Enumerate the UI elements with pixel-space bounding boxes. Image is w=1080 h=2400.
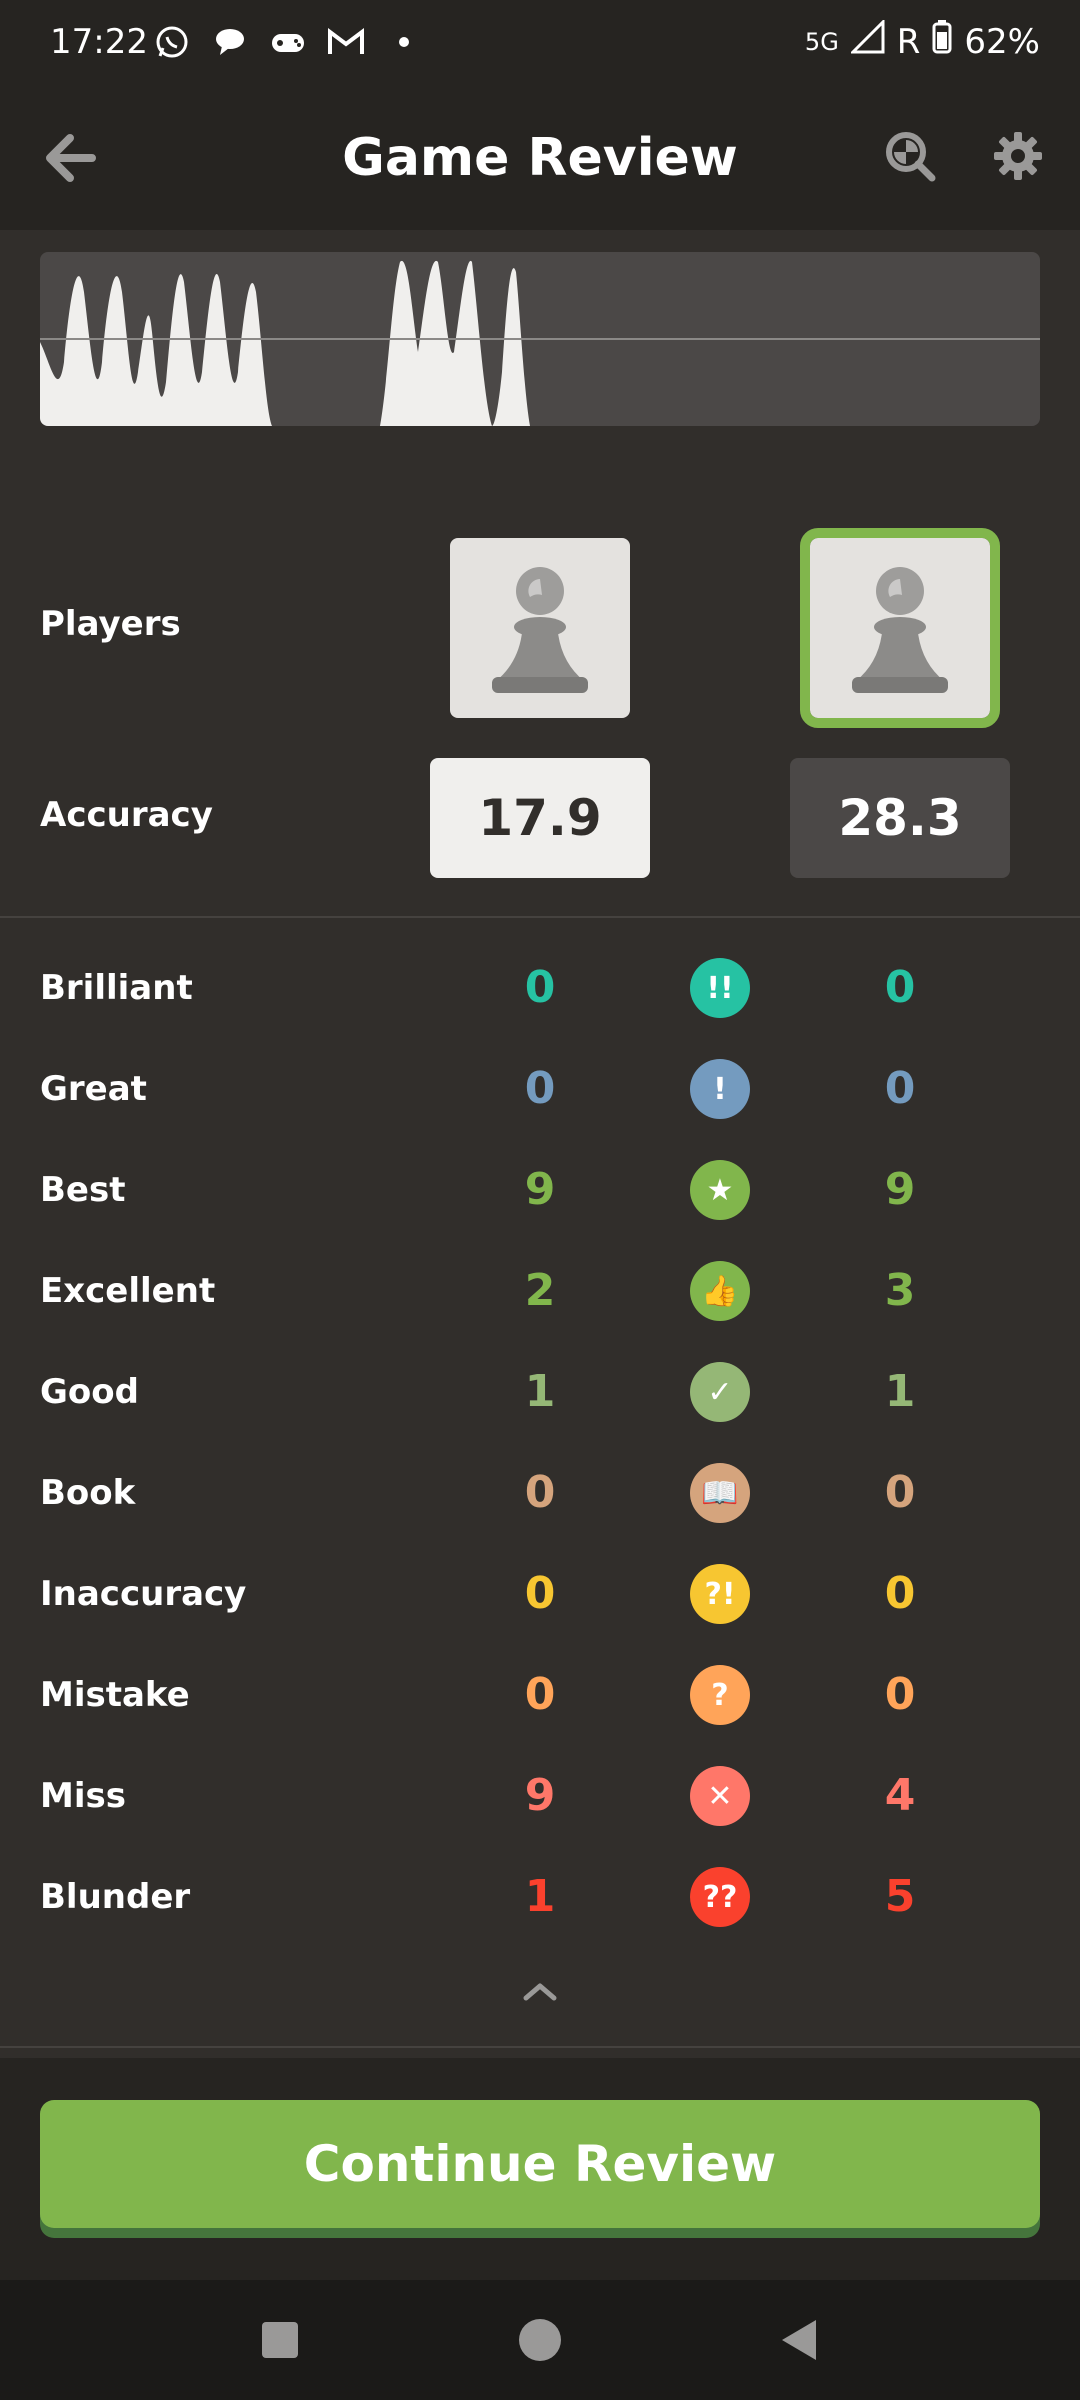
- question-icon: ?: [690, 1665, 750, 1725]
- stat-label: Inaccuracy: [40, 1574, 247, 1614]
- stat-label: Excellent: [40, 1271, 216, 1311]
- black-count: 0: [884, 1568, 916, 1619]
- white-count: 0: [524, 1467, 556, 1518]
- white-count: 2: [524, 1265, 556, 1316]
- recents-button[interactable]: [250, 2310, 310, 2370]
- system-nav-bar: [0, 2280, 1080, 2400]
- white-count: 1: [524, 1366, 556, 1417]
- great-icon: !: [690, 1059, 750, 1119]
- evaluation-graph-svg: [40, 260, 1040, 426]
- stat-label: Brilliant: [40, 968, 193, 1008]
- stat-label: Mistake: [40, 1675, 190, 1715]
- chevron-up-icon: [523, 1983, 557, 2001]
- pawn-icon: [852, 567, 948, 693]
- white-accuracy: 17.9: [430, 758, 650, 878]
- inaccuracy-icon: ?!: [690, 1564, 750, 1624]
- players-label: Players: [40, 604, 181, 644]
- battery-percent: 62%: [964, 21, 1040, 62]
- accuracy-label: Accuracy: [40, 795, 213, 835]
- app-bar: Game Review: [0, 88, 1080, 230]
- stat-row-best: Best 9 ★ 9: [0, 1152, 1080, 1232]
- black-count: 4: [884, 1770, 916, 1821]
- triangle-back-icon: [782, 2320, 816, 2360]
- black-count: 5: [884, 1871, 916, 1922]
- thumbs-up-icon: 👍: [690, 1261, 750, 1321]
- black-count: 0: [884, 962, 916, 1013]
- white-player-avatar[interactable]: [450, 538, 630, 718]
- dot-icon: [384, 22, 424, 62]
- white-count: 0: [524, 962, 556, 1013]
- whatsapp-icon: [152, 22, 192, 62]
- gmail-icon: [326, 22, 366, 62]
- chat-icon: [210, 22, 250, 62]
- signal-icon: [849, 18, 885, 63]
- black-count: 0: [884, 1669, 916, 1720]
- settings-button[interactable]: [990, 128, 1046, 184]
- stat-row-brilliant: Brilliant 0!! 0: [0, 950, 1080, 1030]
- black-accuracy: 28.3: [790, 758, 1010, 878]
- evaluation-graph[interactable]: [40, 252, 1040, 426]
- blunder-icon: ??: [690, 1867, 750, 1927]
- x-icon: ✕: [690, 1766, 750, 1826]
- stat-label: Book: [40, 1473, 136, 1513]
- status-time: 17:22: [50, 22, 148, 62]
- black-count: 9: [884, 1164, 916, 1215]
- gear-icon: [994, 132, 1042, 180]
- white-count: 1: [524, 1871, 556, 1922]
- white-count: 9: [524, 1164, 556, 1215]
- home-button[interactable]: [510, 2310, 570, 2370]
- circle-icon: [519, 2319, 561, 2361]
- black-count: 3: [884, 1265, 916, 1316]
- carrier-label: R: [896, 21, 921, 62]
- stat-row-mistake: Mistake 0? 0: [0, 1657, 1080, 1737]
- stat-row-miss: Miss 9 ✕ 4: [0, 1758, 1080, 1838]
- status-bar: 17:22 5G R 62%: [0, 0, 1080, 88]
- square-icon: [262, 2322, 298, 2358]
- stat-label: Good: [40, 1372, 139, 1412]
- continue-review-button[interactable]: Continue Review: [40, 2100, 1040, 2228]
- stat-label: Best: [40, 1170, 126, 1210]
- brilliant-icon: !!: [690, 958, 750, 1018]
- section-divider: [0, 916, 1080, 918]
- book-icon: 📖: [690, 1463, 750, 1523]
- battery-icon: [932, 20, 952, 63]
- notification-icons: [152, 22, 424, 62]
- status-right: 5G R 62%: [804, 18, 1040, 63]
- stat-row-book: Book 0 📖 0: [0, 1455, 1080, 1535]
- check-icon: ✓: [690, 1362, 750, 1422]
- star-icon: ★: [690, 1160, 750, 1220]
- stat-row-inaccuracy: Inaccuracy 0?! 0: [0, 1556, 1080, 1636]
- magnifier-icon: [886, 132, 936, 182]
- pawn-icon: [492, 567, 588, 693]
- black-count: 0: [884, 1467, 916, 1518]
- white-count: 0: [524, 1063, 556, 1114]
- bottom-divider: [0, 2046, 1080, 2048]
- white-count: 0: [524, 1669, 556, 1720]
- stat-row-excellent: Excellent 2 👍 3: [0, 1253, 1080, 1333]
- collapse-button[interactable]: [510, 1970, 570, 2010]
- game-controller-icon: [268, 22, 308, 62]
- network-label: 5G: [804, 27, 839, 56]
- black-count: 0: [884, 1063, 916, 1114]
- back-nav-button[interactable]: [770, 2310, 830, 2370]
- white-count: 0: [524, 1568, 556, 1619]
- stat-row-good: Good 1 ✓ 1: [0, 1354, 1080, 1434]
- stat-label: Blunder: [40, 1877, 191, 1917]
- stat-label: Great: [40, 1069, 147, 1109]
- stat-label: Miss: [40, 1776, 126, 1816]
- black-count: 1: [884, 1366, 916, 1417]
- stat-row-great: Great 0! 0: [0, 1051, 1080, 1131]
- stat-row-blunder: Blunder 1?? 5: [0, 1859, 1080, 1939]
- analysis-search-button[interactable]: [882, 128, 938, 184]
- white-count: 9: [524, 1770, 556, 1821]
- black-player-avatar[interactable]: [800, 528, 1000, 728]
